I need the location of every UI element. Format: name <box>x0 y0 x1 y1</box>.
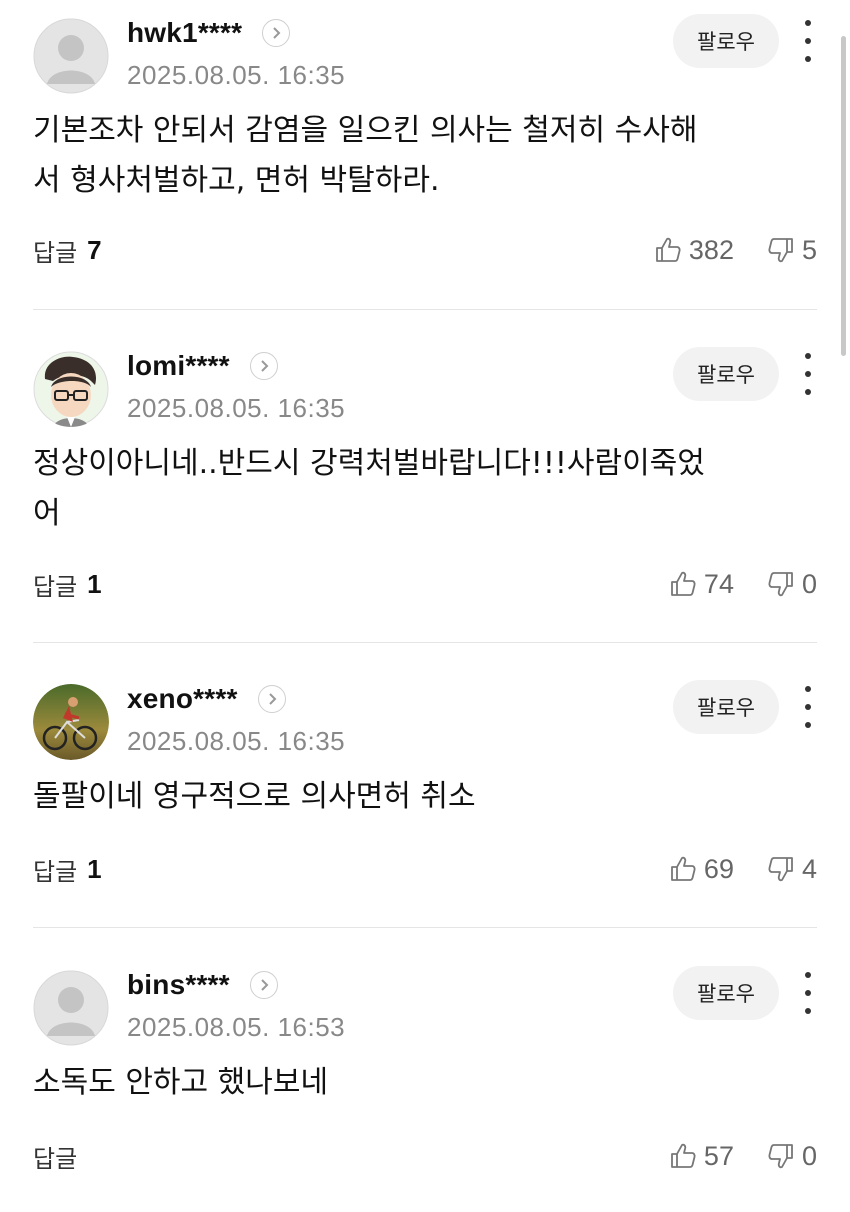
thumbs-up-icon <box>668 569 698 599</box>
comment-item: xeno**** 2025.08.05. 16:35 팔로우 돌팔이네 영구적으… <box>0 666 850 928</box>
thumbs-down-icon <box>766 235 796 265</box>
reply-button[interactable]: 답글 <box>33 1139 87 1174</box>
reply-label: 답글 <box>33 238 78 267</box>
cartoon-avatar-icon[interactable] <box>33 351 109 427</box>
username[interactable]: xeno**** <box>127 683 238 715</box>
comment-item: bins**** 2025.08.05. 16:53 팔로우 소독도 안하고 했… <box>0 952 850 1212</box>
follow-button[interactable]: 팔로우 <box>673 966 779 1020</box>
more-options-icon[interactable] <box>797 972 819 1014</box>
cyclist-photo-avatar-icon[interactable] <box>33 684 109 760</box>
like-button[interactable]: 57 <box>668 1141 734 1172</box>
chevron-right-icon[interactable] <box>249 352 278 380</box>
dislike-button[interactable]: 0 <box>766 1141 817 1172</box>
dislike-count: 4 <box>801 853 817 884</box>
divider <box>33 309 817 310</box>
default-avatar-icon[interactable] <box>33 18 109 94</box>
follow-button[interactable]: 팔로우 <box>673 347 779 401</box>
more-options-icon[interactable] <box>797 20 819 62</box>
comment-text: 정상이아니네..반드시 강력처벌바랍니다!!!사람이죽었 어 <box>33 446 705 531</box>
reply-count: 1 <box>87 568 102 599</box>
like-button[interactable]: 74 <box>668 569 734 600</box>
like-count: 74 <box>703 568 734 599</box>
timestamp: 2025.08.05. 16:53 <box>127 1012 346 1042</box>
comment-item: hwk1**** 2025.08.05. 16:35 팔로우 기본조차 안되서 … <box>0 0 850 310</box>
thumbs-up-icon <box>668 1141 698 1171</box>
thumbs-down-icon <box>766 569 796 599</box>
default-avatar-icon[interactable] <box>33 970 109 1046</box>
dislike-button[interactable]: 5 <box>766 235 817 266</box>
timestamp: 2025.08.05. 16:35 <box>127 393 346 423</box>
reply-label: 답글 <box>33 1144 78 1173</box>
thumbs-up-icon <box>653 235 683 265</box>
dislike-button[interactable]: 0 <box>766 569 817 600</box>
reply-count: 7 <box>87 234 102 265</box>
comment-text: 소독도 안하고 했나보네 <box>33 1065 329 1100</box>
reply-label: 답글 <box>33 572 78 601</box>
reply-button[interactable]: 답글 7 <box>33 233 102 268</box>
reply-label: 답글 <box>33 857 78 886</box>
more-options-icon[interactable] <box>797 686 819 728</box>
like-count: 57 <box>703 1140 734 1171</box>
like-button[interactable]: 382 <box>653 235 734 266</box>
comment-text: 돌팔이네 영구적으로 의사면허 취소 <box>33 779 476 814</box>
like-button[interactable]: 69 <box>668 854 734 885</box>
username[interactable]: bins**** <box>127 969 230 1001</box>
follow-button[interactable]: 팔로우 <box>673 680 779 734</box>
chevron-right-icon[interactable] <box>249 971 278 999</box>
chevron-right-icon[interactable] <box>262 19 291 47</box>
dislike-count: 5 <box>801 234 817 265</box>
like-count: 382 <box>688 234 734 265</box>
username[interactable]: hwk1**** <box>127 17 242 49</box>
dislike-button[interactable]: 4 <box>766 854 817 885</box>
dislike-count: 0 <box>801 568 817 599</box>
follow-button[interactable]: 팔로우 <box>673 14 779 68</box>
divider <box>33 927 817 928</box>
thumbs-down-icon <box>766 854 796 884</box>
dislike-count: 0 <box>801 1140 817 1171</box>
thumbs-up-icon <box>668 854 698 884</box>
reply-button[interactable]: 답글 1 <box>33 567 102 602</box>
thumbs-down-icon <box>766 1141 796 1171</box>
reply-button[interactable]: 답글 1 <box>33 852 102 887</box>
like-count: 69 <box>703 853 734 884</box>
more-options-icon[interactable] <box>797 353 819 395</box>
username[interactable]: lomi**** <box>127 350 230 382</box>
reply-count: 1 <box>87 853 102 884</box>
timestamp: 2025.08.05. 16:35 <box>127 726 346 756</box>
divider <box>33 642 817 643</box>
comment-text: 기본조차 안되서 감염을 일으킨 의사는 철저히 수사해 서 형사처벌하고, 면… <box>33 113 698 198</box>
timestamp: 2025.08.05. 16:35 <box>127 60 346 90</box>
comment-item: lomi**** 2025.08.05. 16:35 팔로우 정상이아니네..반… <box>0 333 850 643</box>
chevron-right-icon[interactable] <box>257 685 286 713</box>
